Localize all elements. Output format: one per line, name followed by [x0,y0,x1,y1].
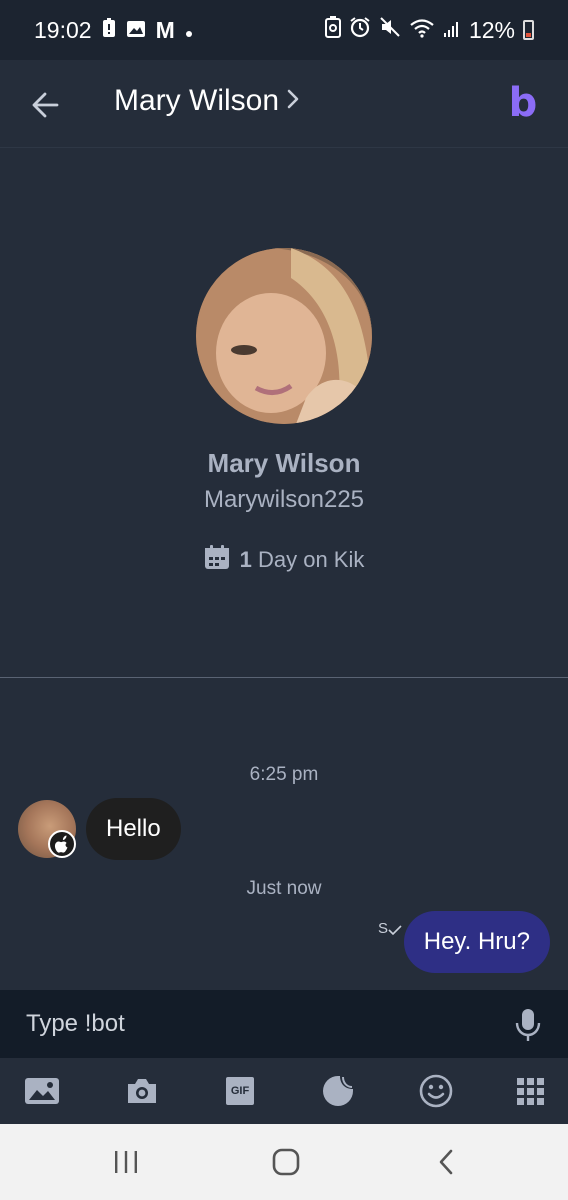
chat-title: Mary Wilson [114,84,280,117]
bot-logo-button[interactable]: b [506,82,540,124]
apps-grid-icon [517,1078,544,1105]
camera-icon [128,1079,156,1103]
recent-apps-button[interactable] [110,1146,142,1178]
message-input[interactable] [26,1006,486,1042]
profile-name: Mary Wilson [207,448,361,478]
profile-photo [196,248,372,424]
microphone-button[interactable] [514,1008,542,1042]
image-notification-icon [126,17,146,44]
attachment-toolbar: GIF [0,1058,568,1124]
back-button[interactable] [28,88,62,122]
status-left: 19:02 M [34,17,193,44]
home-button[interactable] [270,1146,302,1178]
days-label: Day on Kik [257,547,365,572]
profile-avatar[interactable] [196,248,372,424]
sent-receipt-icon: S [378,920,402,937]
incoming-message-bubble[interactable]: Hello [86,798,181,860]
signal-icon [443,17,461,44]
emoji-icon [419,1074,453,1108]
battery-saver-icon [324,16,341,44]
days-on-kik: 1 Day on Kik [0,544,568,576]
emoji-button[interactable] [418,1073,454,1109]
gallery-button[interactable] [24,1073,60,1109]
battery-icon [523,20,534,40]
mute-icon [379,16,401,44]
status-bar: 19:02 M 12% [0,0,568,60]
battery-percent: 12% [468,16,515,43]
message-timestamp: Just now [246,878,322,899]
gif-button[interactable]: GIF [222,1073,258,1109]
alarm-icon [349,16,371,44]
sticker-icon [323,1076,353,1106]
gmail-icon: M [155,16,175,43]
camera-button[interactable] [124,1073,160,1109]
system-back-button[interactable] [430,1146,462,1178]
profile-section: Mary Wilson Marywilson225 1 Day on Kik [0,148,568,678]
calendar-icon [204,544,230,576]
apps-button[interactable] [512,1073,548,1109]
battery-alert-icon [102,17,116,44]
recents-icon [115,1151,137,1173]
chat-title-button[interactable]: Mary Wilson [114,84,299,118]
apple-icon [48,830,76,858]
app-bar: Mary Wilson b [0,60,568,148]
message-timestamp: 6:25 pm [249,764,319,785]
status-time: 19:02 [34,16,92,43]
profile-username: Marywilson225 [203,486,365,513]
sticker-button[interactable] [320,1073,356,1109]
days-count: 1 [239,547,252,572]
status-right: 12% [324,16,534,44]
gallery-icon [25,1078,59,1104]
message-input-bar [0,990,568,1058]
arrow-left-icon [32,92,59,118]
dot-icon [185,17,193,44]
gif-label: GIF [230,1085,250,1097]
chevron-right-icon [287,89,299,114]
system-nav-bar [0,1124,568,1200]
microphone-icon [515,1009,541,1041]
outgoing-message-bubble[interactable]: Hey. Hru? [403,911,550,973]
home-icon [272,1148,300,1176]
chevron-left-icon [439,1149,453,1175]
receipt-label: S [378,920,389,937]
wifi-icon [409,17,435,44]
